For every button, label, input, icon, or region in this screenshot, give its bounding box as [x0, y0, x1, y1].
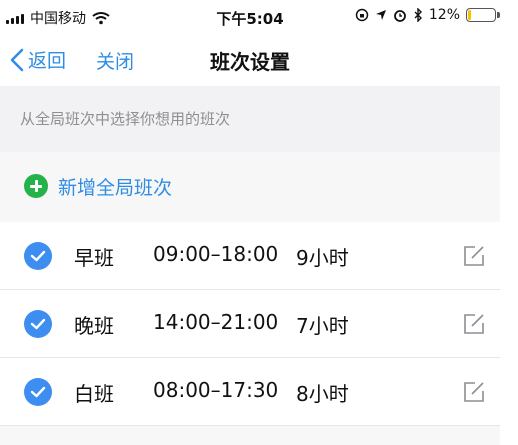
navigation-bar: 返回 关闭 班次设置: [0, 34, 500, 86]
alarm-icon: [393, 10, 406, 22]
shift-duration: 8小时: [296, 382, 349, 406]
shift-duration: 9小时: [296, 246, 349, 270]
shift-duration: 7小时: [296, 314, 349, 338]
battery-level-fill: [468, 10, 471, 20]
bluetooth-icon: [414, 8, 422, 22]
shift-time: 14:00–21:00: [153, 310, 279, 334]
shift-name: 白班: [74, 382, 114, 406]
status-right: 12%: [355, 7, 500, 23]
checkmark-icon[interactable]: [24, 242, 52, 270]
shift-name: 早班: [74, 246, 114, 270]
hint-section: 从全局班次中选择你想用的班次: [0, 86, 500, 152]
edit-icon[interactable]: [462, 312, 486, 336]
status-bar: 中国移动 下午5:04 12%: [0, 0, 500, 34]
shift-row[interactable]: 早班 09:00–18:00 9小时: [0, 222, 500, 290]
plus-circle-icon: [24, 174, 48, 198]
app-screen: 中国移动 下午5:04 12% 返回 关闭 班次设置 从全局班次中选择你想用的班…: [0, 0, 500, 445]
bottom-spacer: [0, 426, 500, 445]
edit-icon[interactable]: [462, 244, 486, 268]
edit-icon[interactable]: [462, 380, 486, 404]
shift-time: 09:00–18:00: [153, 242, 279, 266]
rotation-lock-icon: [355, 8, 369, 22]
hint-text: 从全局班次中选择你想用的班次: [20, 110, 231, 128]
add-global-shift-button[interactable]: 新增全局班次: [0, 152, 500, 220]
checkmark-icon[interactable]: [24, 378, 52, 406]
shift-row[interactable]: 晚班 14:00–21:00 7小时: [0, 290, 500, 358]
location-icon: [375, 10, 386, 20]
add-global-shift-label: 新增全局班次: [58, 177, 173, 199]
checkmark-icon[interactable]: [24, 310, 52, 338]
shift-row[interactable]: 白班 08:00–17:30 8小时: [0, 358, 500, 426]
battery-icon: [466, 8, 500, 22]
shift-time: 08:00–17:30: [153, 378, 279, 402]
page-title: 班次设置: [210, 50, 290, 74]
shift-list: 早班 09:00–18:00 9小时 晚班 14:00–21:00 7小时 白班…: [0, 222, 500, 426]
battery-percent: 12%: [428, 7, 460, 23]
shift-name: 晚班: [74, 314, 114, 338]
